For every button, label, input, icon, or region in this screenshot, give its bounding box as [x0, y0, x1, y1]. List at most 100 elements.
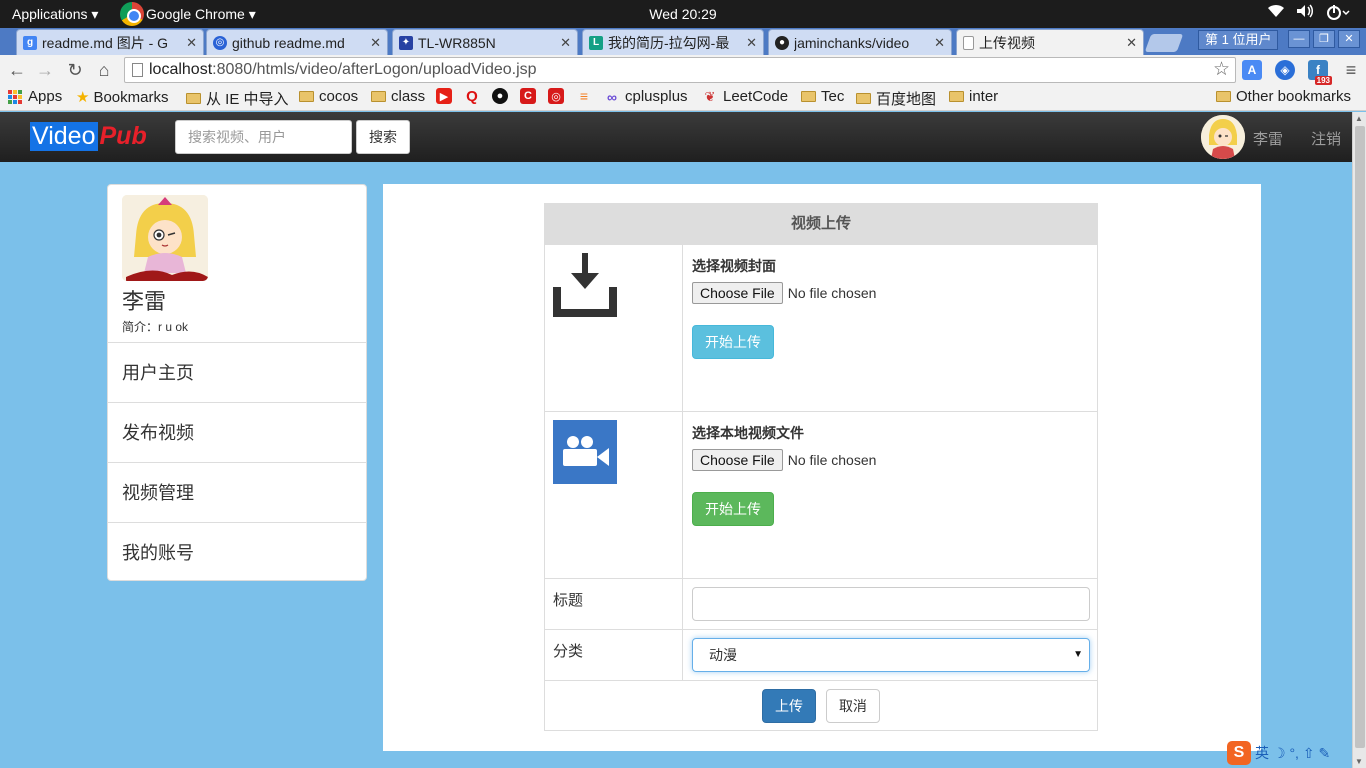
upload-heading: 视频上传 — [545, 204, 1097, 244]
tab-close-icon[interactable]: ✕ — [370, 35, 381, 51]
logout-link[interactable]: 注销 — [1311, 128, 1341, 149]
browser-tab[interactable]: ● jaminchanks/video ✕ — [768, 29, 952, 55]
back-icon[interactable]: ← — [6, 59, 28, 81]
page-scrollbar[interactable]: ▲ ▼ — [1352, 112, 1366, 768]
tab-close-icon[interactable]: ✕ — [934, 35, 945, 51]
browser-tab[interactable]: L 我的简历-拉勾网-最 ✕ — [582, 29, 764, 55]
system-clock[interactable]: Wed 20:29 — [0, 6, 1366, 22]
folder-icon — [856, 93, 871, 104]
cover-label: 选择视频封面 — [692, 258, 776, 274]
sidebar-item-account[interactable]: 我的账号 — [108, 523, 366, 583]
bookmark-label: class — [391, 88, 426, 105]
video-choose-file-button[interactable]: Choose File — [692, 449, 783, 471]
folder-icon — [299, 91, 314, 102]
bookmark-q[interactable]: Q — [464, 87, 485, 105]
maximize-icon[interactable]: ❐ — [1313, 30, 1335, 48]
title-input[interactable] — [692, 587, 1090, 621]
bookmark-folder[interactable]: cocos — [299, 88, 358, 105]
shield-extension-icon[interactable]: ◈ — [1275, 60, 1295, 80]
bookmark-c[interactable]: C — [520, 88, 541, 104]
scroll-up-icon[interactable]: ▲ — [1355, 114, 1363, 123]
browser-tab[interactable]: g readme.md 图片 - G ✕ — [16, 29, 204, 55]
tab-label: github readme.md — [232, 34, 345, 51]
folder-icon — [1216, 91, 1231, 102]
bookmark-folder[interactable]: 从 IE 中导入 — [186, 88, 289, 109]
bookmark-folder[interactable]: 百度地图 — [856, 88, 936, 109]
close-icon[interactable]: ✕ — [1338, 30, 1360, 48]
cover-choose-file-button[interactable]: Choose File — [692, 282, 783, 304]
bookmark-red[interactable]: ◎ — [548, 88, 569, 104]
scroll-down-icon[interactable]: ▼ — [1355, 757, 1363, 766]
browser-tab[interactable]: ◎ github readme.md ✕ — [206, 29, 388, 55]
bookmark-folder[interactable]: inter — [949, 88, 998, 105]
sidebar-item-home[interactable]: 用户主页 — [108, 343, 366, 403]
ime-tools[interactable]: ☽ °, ⇧ ✎ — [1273, 745, 1330, 762]
nav-avatar[interactable] — [1201, 115, 1245, 159]
category-select[interactable]: 动漫 ▼ — [692, 638, 1090, 672]
bookmarks-bar: Apps ★ Bookmarks 从 IE 中导入 cocos class ▶ … — [0, 85, 1366, 111]
tab-label: readme.md 图片 - G — [42, 34, 169, 51]
forward-icon[interactable]: → — [34, 59, 56, 81]
minimize-icon[interactable]: — — [1288, 30, 1310, 48]
cancel-button[interactable]: 取消 — [825, 689, 880, 723]
bookmark-label: 百度地图 — [876, 91, 937, 108]
browser-tab[interactable]: ✦ TL-WR885N ✕ — [392, 29, 578, 55]
download-tray-icon — [553, 253, 617, 317]
q-icon: Q — [466, 87, 478, 105]
video-start-upload-button[interactable]: 开始上传 — [692, 492, 774, 526]
bookmark-youtube[interactable]: ▶ — [436, 88, 457, 104]
tab-close-icon[interactable]: ✕ — [746, 35, 757, 51]
ime-toolbar[interactable]: S 英 ☽ °, ⇧ ✎ — [1227, 740, 1330, 766]
new-tab-button[interactable] — [1144, 34, 1184, 52]
nav-username[interactable]: 李雷 — [1253, 128, 1283, 149]
sidebar-item-publish[interactable]: 发布视频 — [108, 403, 366, 463]
sidebar-item-manage[interactable]: 视频管理 — [108, 463, 366, 523]
home-icon[interactable]: ⌂ — [93, 59, 115, 81]
browser-tab-active[interactable]: 上传视频 ✕ — [956, 29, 1144, 55]
profile-sidebar: 李雷 简介：r u ok 用户主页 发布视频 视频管理 我的账号 — [107, 184, 367, 581]
bookmark-item[interactable]: ❦ LeetCode — [702, 88, 789, 105]
tab-label: TL-WR885N — [418, 34, 496, 51]
submit-upload-button[interactable]: 上传 — [762, 689, 817, 723]
video-camera-icon — [553, 420, 617, 484]
form-actions-row: 上传 取消 — [545, 680, 1097, 730]
reload-icon[interactable]: ↻ — [64, 59, 86, 81]
cover-start-upload-button[interactable]: 开始上传 — [692, 325, 774, 359]
tab-close-icon[interactable]: ✕ — [186, 35, 197, 51]
cover-file-input[interactable]: Choose File No file chosen — [692, 282, 1089, 304]
site-logo[interactable]: Video Pub — [30, 121, 147, 151]
bookmark-item[interactable]: ∞ cplusplus — [604, 88, 688, 105]
page-info-icon[interactable] — [132, 63, 143, 77]
feed-extension-icon[interactable]: f 193 — [1308, 60, 1332, 85]
tab-close-icon[interactable]: ✕ — [560, 35, 571, 51]
folder-icon — [801, 91, 816, 102]
video-file-input[interactable]: Choose File No file chosen — [692, 449, 1089, 471]
power-icon[interactable] — [1326, 4, 1352, 24]
bookmark-folder[interactable]: Tec — [801, 88, 844, 105]
bookmark-other[interactable]: Other bookmarks — [1216, 88, 1351, 105]
tab-close-icon[interactable]: ✕ — [1126, 35, 1137, 51]
extension-badge: 193 — [1314, 76, 1332, 85]
ime-language[interactable]: 英 — [1255, 743, 1269, 763]
bookmark-apps[interactable]: Apps — [8, 88, 62, 105]
browser-profile-badge[interactable]: 第 1 位用户 — [1198, 30, 1279, 50]
chrome-menu-icon[interactable]: ≡ — [1340, 59, 1362, 81]
site-search-input[interactable] — [175, 120, 352, 154]
wifi-icon[interactable] — [1268, 4, 1284, 24]
translate-extension-icon[interactable]: A — [1242, 60, 1262, 80]
bookmark-folder[interactable]: class — [371, 88, 425, 105]
bookmark-star-icon[interactable]: ☆ — [1213, 58, 1230, 82]
bookmark-stackoverflow[interactable]: ≡ — [576, 88, 597, 104]
bookmark-label: cocos — [319, 88, 359, 105]
site-search-button[interactable]: 搜索 — [356, 120, 410, 154]
volume-icon[interactable] — [1296, 4, 1314, 24]
baidu-icon: ◎ — [213, 35, 227, 50]
profile-header: 李雷 简介：r u ok — [108, 185, 366, 343]
address-bar[interactable]: localhost:8080/htmls/video/afterLogon/up… — [124, 57, 1236, 83]
scrollbar-thumb[interactable] — [1355, 126, 1365, 748]
bookmark-github[interactable]: ● — [492, 88, 513, 104]
os-top-bar: Applications ▾ Google Chrome ▾ Wed 20:29 — [0, 0, 1366, 28]
sogou-ime-icon[interactable]: S — [1227, 741, 1251, 765]
bookmark-item[interactable]: ★ Bookmarks — [76, 88, 168, 107]
star-icon: ★ — [76, 89, 90, 106]
